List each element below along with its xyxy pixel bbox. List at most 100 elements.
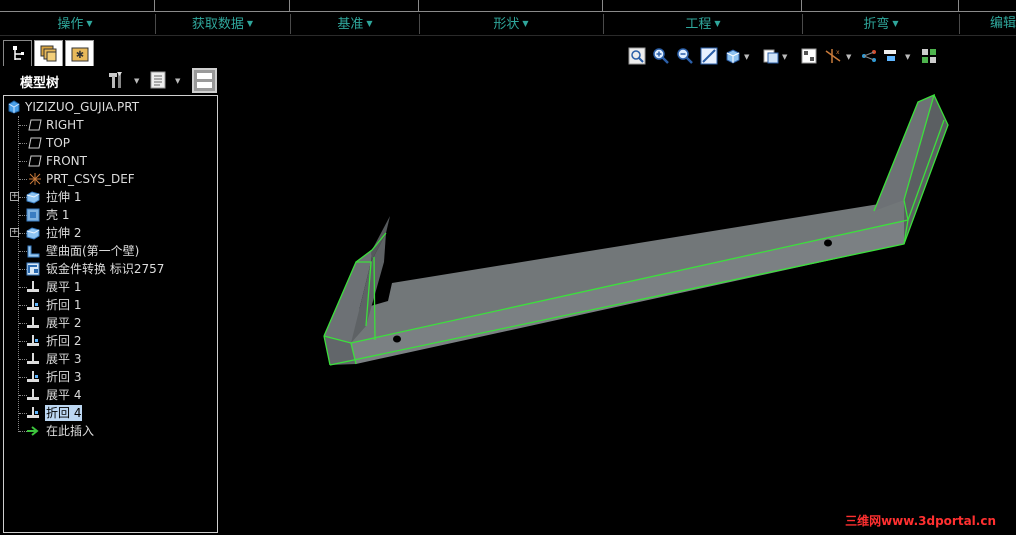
zoom-out-icon[interactable] — [676, 47, 694, 65]
unbend-icon — [27, 353, 39, 364]
tree-item-label: 钣金件转换 标识2757 — [46, 262, 165, 276]
bend-back-icon — [27, 335, 39, 346]
favorites-folder-icon: ✱ — [71, 47, 89, 62]
mounting-hole-left — [393, 335, 401, 343]
datum-plane-icon — [28, 119, 42, 131]
saved-views-caret[interactable]: ▼ — [782, 53, 787, 61]
model-tree: YIZIZUO_GUJIA.PRT RIGHT TOP FRONT PRT_CS… — [3, 95, 218, 533]
tree-item-label: 在此插入 — [46, 424, 95, 438]
folders-icon — [40, 45, 57, 62]
spin-center-icon[interactable] — [860, 47, 878, 65]
menu-get-data[interactable]: 获取数据 ▼ — [175, 13, 270, 35]
menu-operations[interactable]: 操作 ▼ — [40, 13, 110, 35]
zoom-fit-icon[interactable] — [628, 47, 646, 65]
tree-item-bendback-1[interactable]: 折回 1 — [4, 296, 217, 314]
tree-item-shell-1[interactable]: 壳 1 — [4, 206, 217, 224]
tree-item-unbend-3[interactable]: 展平 3 — [4, 350, 217, 368]
watermark: 三维网www.3dportal.cn — [845, 514, 996, 528]
tree-item-bendback-3[interactable]: 折回 3 — [4, 368, 217, 386]
tree-item-insert-here[interactable]: 在此插入 — [4, 422, 217, 440]
tree-item-label: 折回 4 — [45, 405, 83, 421]
tab-folder-browser[interactable] — [34, 40, 63, 66]
tree-item-bendback-4[interactable]: 折回 4 — [4, 404, 217, 422]
menu-engineering[interactable]: 工程 ▼ — [668, 13, 738, 35]
display-toggle-icon[interactable] — [192, 68, 217, 93]
bend-back-icon — [27, 371, 39, 382]
tree-item-label: 拉伸 1 — [46, 190, 82, 204]
tree-item-bendback-2[interactable]: 折回 2 — [4, 332, 217, 350]
tools-dropdown-caret[interactable]: ▼ — [134, 77, 139, 85]
tree-item-label: 拉伸 2 — [46, 226, 82, 240]
coordinate-system-icon — [29, 173, 41, 185]
saved-views-icon[interactable] — [762, 47, 780, 65]
sheetmetal-convert-icon — [26, 262, 40, 276]
unbend-icon — [27, 281, 39, 292]
tree-item-datum-front[interactable]: FRONT — [4, 152, 217, 170]
tools-icon[interactable] — [106, 70, 128, 90]
tab-favorites[interactable]: ✱ — [65, 40, 94, 66]
datum-plane-icon — [28, 155, 42, 167]
repaint-icon[interactable] — [700, 47, 718, 65]
tree-item-label: RIGHT — [46, 118, 84, 132]
datum-display-icon[interactable]: x — [824, 47, 842, 65]
menu-datum[interactable]: 基准 ▼ — [320, 13, 390, 35]
svg-text:x: x — [836, 49, 840, 56]
display-style-caret[interactable]: ▼ — [744, 53, 749, 61]
tree-item-label: 壳 1 — [46, 208, 70, 222]
bend-back-icon — [27, 299, 39, 310]
zoom-in-icon[interactable] — [652, 47, 670, 65]
tree-item-label: 折回 1 — [46, 298, 82, 312]
menu-shapes[interactable]: 形状 ▼ — [476, 13, 546, 35]
svg-text:✱: ✱ — [76, 50, 84, 61]
extrude-icon — [26, 191, 40, 204]
tree-structure-icon — [13, 46, 24, 60]
tree-item-label: 展平 4 — [46, 388, 82, 402]
graphics-viewport[interactable] — [220, 70, 1016, 535]
shading-cube-icon[interactable] — [724, 47, 742, 65]
tree-item-label: 折回 2 — [46, 334, 82, 348]
ribbon: 操作 ▼ 获取数据 ▼ 基准 ▼ 形状 ▼ 工程 ▼ 折弯 ▼ 编辑 — [0, 0, 1016, 36]
tree-item-csys[interactable]: PRT_CSYS_DEF — [4, 170, 217, 188]
tree-item-label: PRT_CSYS_DEF — [46, 172, 135, 186]
tree-item-datum-top[interactable]: TOP — [4, 134, 217, 152]
appearance-gallery-icon[interactable] — [920, 47, 938, 65]
ribbon-group-strip — [0, 0, 1016, 12]
tree-item-label: 展平 3 — [46, 352, 82, 366]
tree-item-label: TOP — [46, 136, 71, 150]
tree-item-label: 展平 1 — [46, 280, 82, 294]
view-manager-icon[interactable] — [800, 47, 818, 65]
tree-item-unbend-4[interactable]: 展平 4 — [4, 386, 217, 404]
model-tree-title: 模型树 — [20, 76, 60, 91]
tree-item-extrude-1[interactable]: + 拉伸 1 — [4, 188, 217, 206]
tree-item-label: 折回 3 — [46, 370, 82, 384]
annotation-display-icon[interactable] — [882, 47, 900, 65]
tree-item-label: FRONT — [46, 154, 87, 168]
datum-display-caret[interactable]: ▼ — [846, 53, 851, 61]
shell-icon — [26, 208, 40, 222]
mounting-hole-right — [824, 239, 832, 247]
expand-toggle[interactable]: + — [10, 228, 19, 237]
unbend-icon — [27, 317, 39, 328]
tree-item-label: 展平 2 — [46, 316, 82, 330]
model-tree-header: 模型树 ▼ ▼ — [0, 66, 219, 94]
tree-item-extrude-2[interactable]: + 拉伸 2 — [4, 224, 217, 242]
datum-plane-icon — [28, 137, 42, 149]
menu-edit[interactable]: 编辑 — [990, 13, 1016, 35]
tree-item-wall-surface[interactable]: 壁曲面(第一个壁) — [4, 242, 217, 260]
menu-bend[interactable]: 折弯 ▼ — [846, 13, 916, 35]
tab-model-tree[interactable] — [3, 40, 32, 66]
annotation-display-caret[interactable]: ▼ — [905, 53, 910, 61]
settings-dropdown-caret[interactable]: ▼ — [175, 77, 180, 85]
channel-back-wall — [335, 200, 908, 343]
tree-item-part[interactable]: YIZIZUO_GUJIA.PRT — [4, 98, 217, 116]
settings-list-icon[interactable] — [148, 70, 168, 90]
wall-surface-icon — [27, 245, 40, 258]
tree-item-datum-right[interactable]: RIGHT — [4, 116, 217, 134]
tree-item-sheetmetal-convert[interactable]: 钣金件转换 标识2757 — [4, 260, 217, 278]
expand-toggle[interactable]: + — [10, 192, 19, 201]
part-icon — [8, 100, 20, 114]
insert-here-arrow-icon — [27, 426, 39, 436]
tree-item-unbend-2[interactable]: 展平 2 — [4, 314, 217, 332]
tree-item-unbend-1[interactable]: 展平 1 — [4, 278, 217, 296]
unbend-icon — [27, 389, 39, 400]
